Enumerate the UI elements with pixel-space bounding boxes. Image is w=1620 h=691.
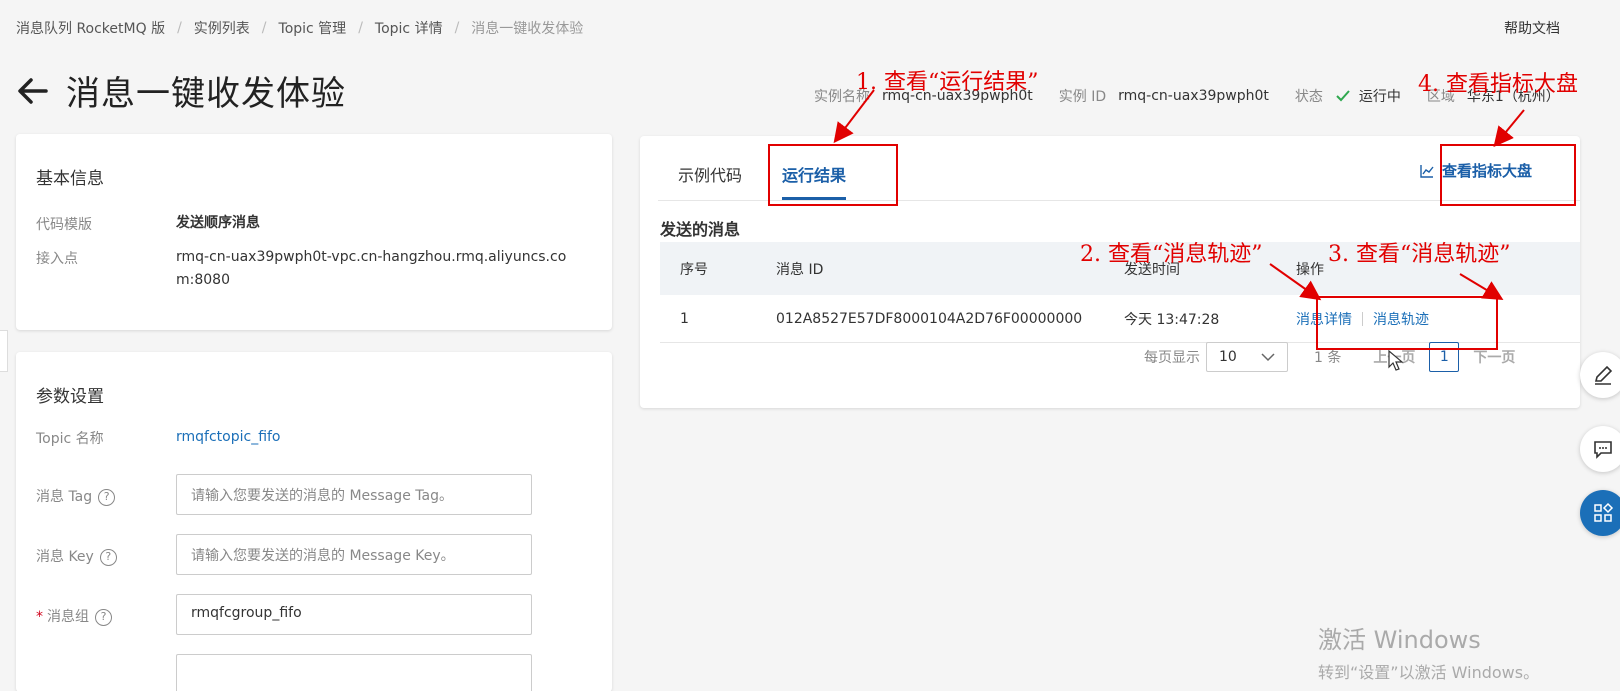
- topic-name-link[interactable]: rmqfctopic_fifo: [176, 426, 281, 449]
- annotation-3: 3. 查看“消息轨迹”: [1328, 242, 1511, 267]
- breadcrumb-separator: /: [454, 20, 460, 36]
- cell-send-time: 今天 13:47:28: [1124, 311, 1220, 328]
- status-value: 运行中: [1358, 89, 1401, 105]
- sent-messages-title: 发送的消息: [660, 220, 741, 239]
- tag-label-text: 消息 Tag: [36, 489, 93, 505]
- key-label: 消息 Key?: [36, 546, 117, 566]
- windows-activation-watermark: 激活 Windows 转到“设置”以激活 Windows。: [1318, 620, 1539, 683]
- breadcrumb-item-rocketmq[interactable]: 消息队列 RocketMQ 版: [16, 18, 165, 38]
- cell-message-id: 012A8527E57DF8000104A2D76F00000000: [776, 310, 1083, 327]
- instance-id-value: rmq-cn-uax39pwph0t: [1118, 88, 1269, 104]
- breadcrumb-item-current: 消息一键收发体验: [471, 21, 584, 37]
- endpoint-label: 接入点: [36, 251, 78, 267]
- per-page-label: 每页显示: [1144, 350, 1200, 366]
- message-group-input[interactable]: rmqfcgroup_fifo: [176, 594, 532, 635]
- basic-info-title: 基本信息: [36, 169, 104, 189]
- edit-float-button[interactable]: [1580, 352, 1620, 398]
- basic-info-card: 基本信息 代码模版 发送顺序消息 接入点 rmq-cn-uax39pwph0t-…: [16, 134, 612, 330]
- params-title: 参数设置: [36, 387, 104, 407]
- breadcrumb-item-topic-management[interactable]: Topic 管理: [279, 18, 347, 38]
- message-key-input[interactable]: 请输入您要发送的消息的 Message Key。: [176, 534, 532, 575]
- chat-icon: [1594, 441, 1612, 459]
- page-title: 消息一键收发体验: [66, 74, 346, 114]
- endpoint-value: rmq-cn-uax39pwph0t-vpc.cn-hangzhou.rmq.a…: [176, 249, 567, 288]
- breadcrumb-separator: /: [358, 20, 363, 36]
- back-arrow-icon[interactable]: [16, 74, 50, 108]
- instance-id-label: 实例 ID: [1058, 89, 1107, 105]
- status-label: 状态: [1294, 89, 1323, 105]
- template-value: 发送顺序消息: [176, 215, 260, 231]
- breadcrumb-separator: /: [261, 20, 267, 36]
- chevron-down-icon: [1261, 353, 1275, 362]
- column-header-index: 序号: [680, 261, 708, 278]
- breadcrumb-separator: /: [177, 20, 182, 36]
- check-icon: [1336, 90, 1350, 102]
- params-card: 参数设置 Topic 名称 rmqfctopic_fifo 消息 Tag? 请输…: [16, 352, 612, 691]
- watermark-line-1: 激活 Windows: [1318, 626, 1481, 654]
- annotation-box-dashboard: [1440, 144, 1576, 206]
- watermark-line-2: 转到“设置”以激活 Windows。: [1318, 663, 1540, 682]
- cell-index: 1: [680, 310, 689, 327]
- breadcrumb-item-instance-list[interactable]: 实例列表: [194, 18, 250, 38]
- annotation-1: 1. 查看“运行结果”: [856, 70, 1039, 95]
- topic-name-label: Topic 名称: [36, 431, 104, 447]
- annotation-box-run-result: [768, 144, 898, 206]
- apps-float-button[interactable]: [1580, 490, 1620, 536]
- group-label: * 消息组?: [36, 606, 112, 626]
- help-icon[interactable]: ?: [95, 608, 112, 626]
- breadcrumb: 消息队列 RocketMQ 版 / 实例列表 / Topic 管理 / Topi…: [16, 18, 583, 38]
- per-page-select[interactable]: 10: [1206, 342, 1288, 372]
- help-icon[interactable]: ?: [99, 548, 117, 566]
- template-label: 代码模版: [36, 217, 92, 233]
- tag-label: 消息 Tag?: [36, 486, 116, 506]
- chat-float-button[interactable]: [1580, 426, 1620, 472]
- total-count: 1 条: [1314, 350, 1342, 366]
- column-header-message-id: 消息 ID: [776, 261, 824, 278]
- required-mark: *: [36, 609, 43, 625]
- breadcrumb-item-topic-detail[interactable]: Topic 详情: [375, 18, 443, 38]
- message-tag-input[interactable]: 请输入您要发送的消息的 Message Tag。: [176, 474, 532, 515]
- per-page-value: 10: [1219, 349, 1237, 365]
- annotation-2: 2. 查看“消息轨迹”: [1080, 242, 1263, 267]
- key-label-text: 消息 Key: [36, 549, 94, 565]
- next-param-input[interactable]: [176, 654, 532, 691]
- apps-grid-icon: [1594, 502, 1614, 522]
- side-collapse-tab[interactable]: [0, 330, 8, 372]
- line-chart-icon: [1420, 164, 1434, 178]
- next-page-button[interactable]: 下一页: [1473, 347, 1515, 367]
- annotation-box-actions: [1316, 296, 1498, 350]
- group-label-text: 消息组: [47, 609, 89, 625]
- page-header: 消息一键收发体验: [16, 66, 346, 115]
- mouse-cursor-icon: [1388, 350, 1404, 371]
- tab-sample-code[interactable]: 示例代码: [678, 136, 742, 200]
- help-doc-link[interactable]: 帮助文档: [1504, 18, 1560, 38]
- annotation-4: 4. 查看指标大盘: [1418, 72, 1578, 97]
- help-icon[interactable]: ?: [98, 488, 116, 506]
- edit-icon: [1594, 365, 1613, 385]
